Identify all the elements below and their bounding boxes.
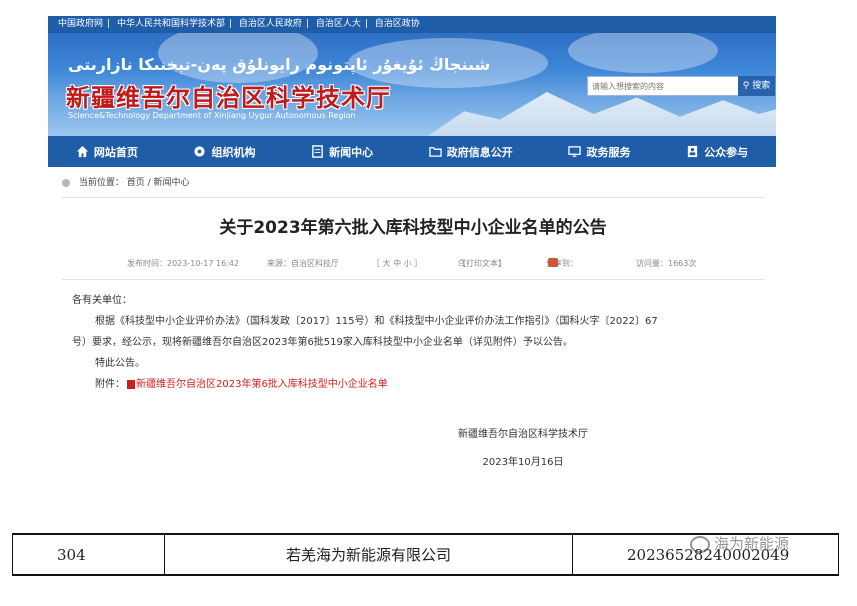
- search-box: ⚲ 搜索: [587, 76, 777, 96]
- search-button[interactable]: ⚲ 搜索: [738, 76, 775, 96]
- participate-icon: [687, 145, 698, 158]
- site-name-english: Science&Technology Department of Xinjian…: [68, 111, 356, 120]
- publish-time: 发布时间：2023-10-17 16:42: [127, 259, 240, 268]
- nav-item-home[interactable]: 网站首页: [76, 144, 138, 160]
- top-link-regional-gov[interactable]: 自治区人民政府: [239, 19, 302, 29]
- top-link-regional-cppcc[interactable]: 自治区政协: [375, 19, 420, 29]
- nav-item-org[interactable]: 组织机构: [193, 144, 255, 160]
- article-title: 关于2023年第六批入库科技型中小企业名单的公告: [219, 218, 607, 238]
- top-link-most[interactable]: 中华人民共和国科学技术部: [117, 19, 225, 29]
- folder-icon: [429, 147, 442, 157]
- nav-item-news[interactable]: 新闻中心: [311, 144, 373, 160]
- signature-org: 新疆维吾尔自治区科学技术厅: [458, 429, 588, 440]
- signature-block: 新疆维吾尔自治区科学技术厅 2023年10月16日: [438, 424, 608, 473]
- signature-date: 2023年10月16日: [482, 457, 564, 468]
- closing: 特此公告。: [95, 358, 145, 369]
- font-size-switcher[interactable]: ［ 大 中 小 ］: [372, 258, 422, 269]
- salutation: 各有关单位：: [72, 295, 132, 306]
- article-meta: 发布时间：2023-10-17 16:42 来源：自治区科技厅 ［ 大 中 小 …: [127, 258, 697, 269]
- weibo-share-icon[interactable]: [548, 258, 558, 267]
- breadcrumb: 当前位置： 首页 / 新闻中心: [62, 175, 764, 198]
- nav-item-gov-service[interactable]: 政务服务: [568, 144, 630, 160]
- nav-item-info-disclosure[interactable]: 政府信息公开: [429, 144, 513, 160]
- top-link-gov[interactable]: 中国政府网: [58, 19, 103, 29]
- attachment-label: 附件：: [95, 379, 125, 390]
- top-link-regional-congress[interactable]: 自治区人大: [316, 19, 361, 29]
- attachment-line: 附件： 新疆维吾尔自治区2023年第6批入库科技型中小企业名单: [62, 374, 764, 395]
- search-input[interactable]: [587, 76, 747, 96]
- wechat-logo-icon: [690, 536, 710, 553]
- search-icon: ⚲: [742, 81, 750, 91]
- visit-count: 访问量：1663次: [636, 259, 697, 268]
- site-name-uyghur: شىنجاڭ ئۇيغۇر ئاپتونوم رايونلۇق پەن-تېخن…: [68, 55, 491, 74]
- row-company: 若羌海为新能源有限公司: [165, 535, 573, 574]
- attachment-link[interactable]: 新疆维吾尔自治区2023年第6批入库科技型中小企业名单: [136, 379, 388, 390]
- body-paragraph-1-cont: 号）要求，经公示，现将新疆维吾尔自治区2023年第6批519家入库科技型中小企业…: [72, 337, 573, 348]
- org-icon: [194, 146, 206, 157]
- breadcrumb-label: 当前位置：: [78, 178, 124, 188]
- news-icon: [312, 145, 323, 158]
- top-links-bar: 中国政府网 | 中华人民共和国科学技术部 | 自治区人民政府 | 自治区人大 | 自治区…: [48, 16, 776, 33]
- service-icon: [568, 146, 582, 157]
- row-index: 304: [13, 535, 165, 574]
- breadcrumb-path[interactable]: 首页 / 新闻中心: [127, 178, 190, 188]
- pdf-icon: [127, 379, 135, 389]
- home-icon: [76, 145, 88, 158]
- article-body: 各有关单位： 根据《科技型中小企业评价办法》（国科发政〔2017〕115号）和《…: [62, 290, 764, 395]
- location-pin-icon: [62, 178, 70, 187]
- article-source: 来源：自治区科技厅: [267, 259, 339, 268]
- meta-divider: [62, 279, 764, 280]
- watermark: 海为新能源: [690, 533, 789, 554]
- nav-item-public-participation[interactable]: 公众参与: [686, 144, 748, 160]
- body-paragraph-1: 根据《科技型中小企业评价办法》（国科发政〔2017〕115号）和《科技型中小企业…: [95, 316, 658, 327]
- site-name-chinese: 新疆维吾尔自治区科学技术厅: [66, 83, 391, 112]
- main-nav: 网站首页 组织机构 新闻中心 政府信息公开 政务服务 公众参与: [48, 136, 776, 167]
